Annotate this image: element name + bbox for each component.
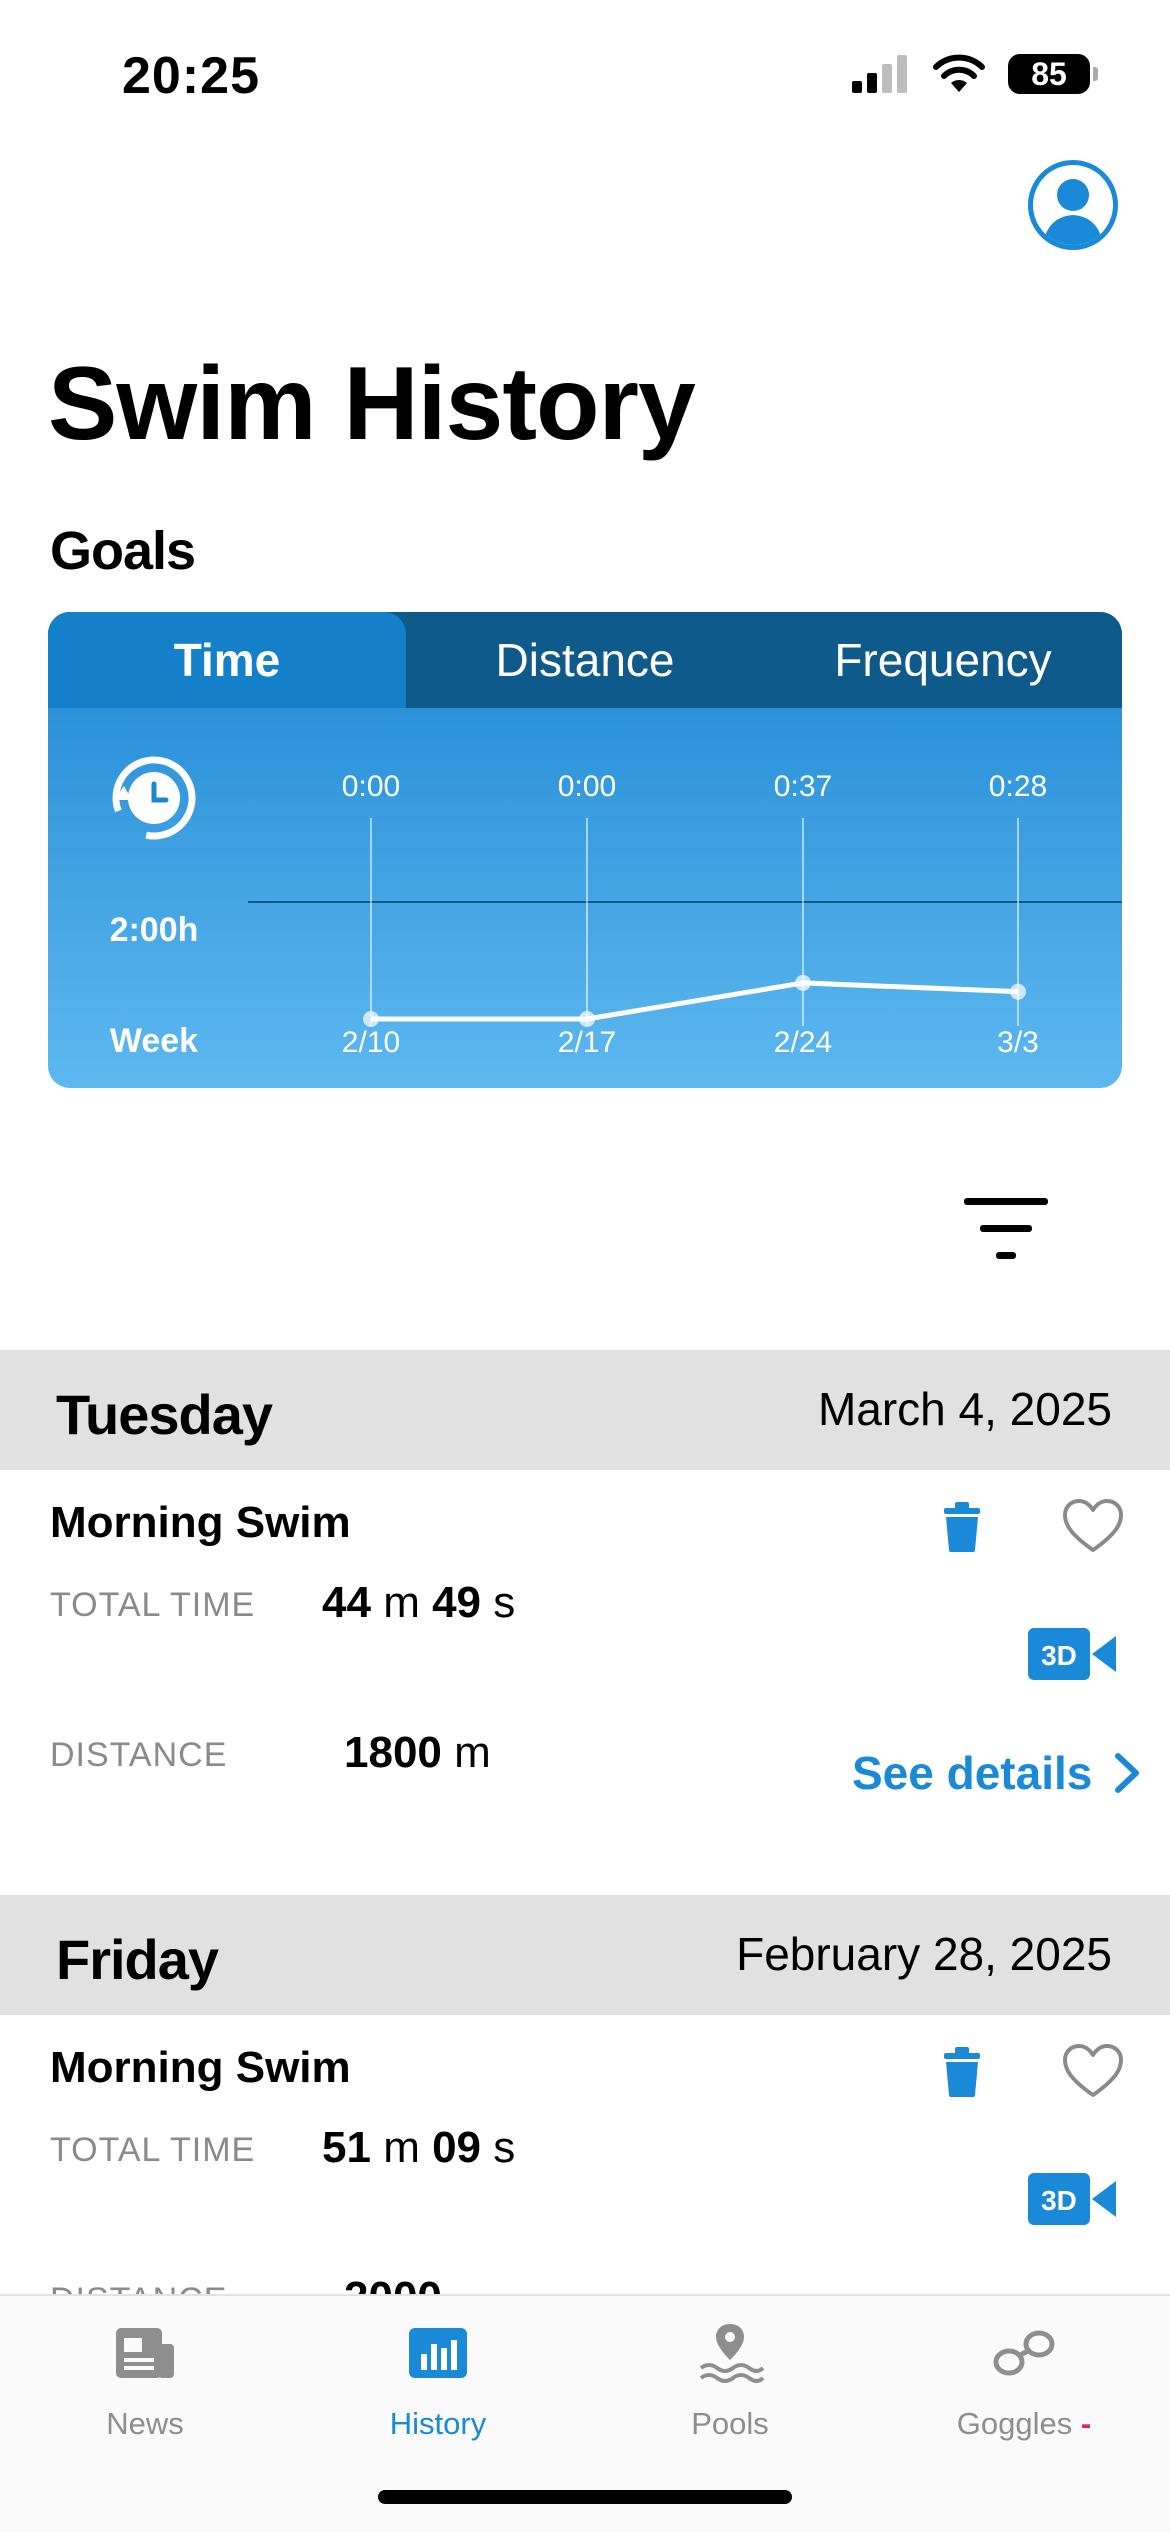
week-row-label: Week [110, 1022, 198, 1060]
week-tick-label: 2/10 [342, 1026, 400, 1059]
value-label: 0:00 [558, 770, 616, 803]
value-label: 0:00 [342, 770, 400, 803]
3d-badge-label: 3D [1041, 2185, 1077, 2216]
goggles-icon [993, 2330, 1055, 2376]
tab-goggles-label-wrap: Goggles - [957, 2406, 1091, 2442]
battery-indicator: 85 [1008, 54, 1098, 94]
progress-line [371, 980, 1019, 1022]
3d-badge-label: 3D [1041, 1640, 1077, 1671]
time-minutes-unit: m [383, 2123, 420, 2172]
tab-history[interactable]: History [328, 2318, 548, 2442]
day-date: February 28, 2025 [736, 1928, 1112, 1980]
day-date: March 4, 2025 [817, 1383, 1112, 1435]
trash-icon[interactable] [940, 1502, 984, 1552]
tab-frequency[interactable]: Frequency [764, 612, 1122, 708]
home-indicator [378, 2490, 792, 2504]
tab-distance[interactable]: Distance [406, 612, 764, 708]
distance-number: 1800 [344, 1728, 442, 1777]
goggles-status-indicator: - [1080, 2406, 1092, 2441]
data-point [1010, 983, 1026, 1000]
distance-label: DISTANCE [50, 1736, 228, 1774]
value-label: 0:37 [774, 770, 832, 803]
day-name: Tuesday [56, 1383, 273, 1446]
tab-time[interactable]: Time [48, 612, 406, 708]
heart-icon[interactable] [1062, 2043, 1124, 2099]
total-time-label: TOTAL TIME [50, 1586, 256, 1624]
value-label: 0:28 [989, 770, 1047, 803]
swim-title: Morning Swim [50, 1498, 351, 1547]
day-section-header: Friday February 28, 2025 [0, 1895, 1170, 2015]
profile-avatar-button[interactable] [1028, 160, 1118, 250]
distance-unit: m [454, 1728, 491, 1777]
distance-value: 1800 m [344, 1728, 491, 1778]
tab-goggles-label: Goggles [956, 2406, 1073, 2441]
filter-icon[interactable] [964, 1196, 1048, 1262]
3d-video-icon[interactable]: 3D [1028, 1628, 1116, 1680]
tab-goggles[interactable]: Goggles - [914, 2318, 1134, 2442]
time-minutes-unit: m [383, 1578, 420, 1627]
pools-icon [699, 2324, 765, 2383]
status-icons: 85 [852, 54, 1098, 94]
time-seconds-unit: s [493, 1578, 516, 1627]
goals-card: Time Distance Frequency 2:00h Week 0:00 2… [48, 612, 1122, 1088]
tab-pools[interactable]: Pools [620, 2318, 840, 2442]
week-tick-label: 3/3 [997, 1026, 1039, 1059]
status-bar: 20:25 85 [0, 0, 1170, 150]
data-point [363, 1011, 379, 1027]
goals-heading: Goals [50, 521, 196, 581]
clock-history-icon [112, 756, 196, 840]
status-time: 20:25 [122, 47, 260, 105]
user-avatar-icon [1043, 179, 1103, 245]
tab-news-label: News [106, 2406, 184, 2441]
goals-chart: 2:00h Week 0:00 2/10 0:00 2/17 0:37 2/24 0:28 3… [110, 756, 1122, 1060]
day-name: Friday [56, 1928, 219, 1991]
time-seconds: 49 [432, 1578, 482, 1627]
swim-title: Morning Swim [50, 2043, 351, 2092]
page-title: Swim History [48, 346, 696, 462]
history-icon [409, 2328, 467, 2378]
heart-icon[interactable] [1062, 1498, 1124, 1554]
tab-history-label: History [389, 2406, 487, 2441]
wifi-icon [933, 54, 985, 92]
total-time-value: 51 m 09 s [322, 2123, 515, 2173]
goals-tabs: Time Distance Frequency [48, 612, 1122, 708]
chevron-right-icon [1115, 1753, 1140, 1793]
time-seconds: 09 [432, 2123, 482, 2172]
goal-row-label: 2:00h [110, 911, 199, 949]
time-minutes: 51 [322, 2123, 371, 2172]
day-section-header: Tuesday March 4, 2025 [0, 1350, 1170, 1470]
data-point [795, 974, 811, 991]
total-time-label: TOTAL TIME [50, 2131, 256, 2169]
data-point [579, 1011, 595, 1027]
time-seconds-unit: s [493, 2123, 516, 2172]
see-details-link[interactable]: See details [852, 1746, 1140, 1800]
total-time-value: 44 m 49 s [322, 1578, 515, 1628]
tab-news[interactable]: News [35, 2318, 255, 2442]
week-tick-label: 2/24 [774, 1026, 832, 1059]
cellular-signal-icon [852, 55, 907, 93]
3d-video-icon[interactable]: 3D [1028, 2173, 1116, 2225]
see-details-label: See details [852, 1747, 1093, 1799]
trash-icon[interactable] [940, 2047, 984, 2097]
news-icon [116, 2328, 174, 2378]
week-tick-label: 2/17 [558, 1026, 616, 1059]
tab-pools-label: Pools [691, 2406, 769, 2441]
time-minutes: 44 [322, 1578, 371, 1627]
